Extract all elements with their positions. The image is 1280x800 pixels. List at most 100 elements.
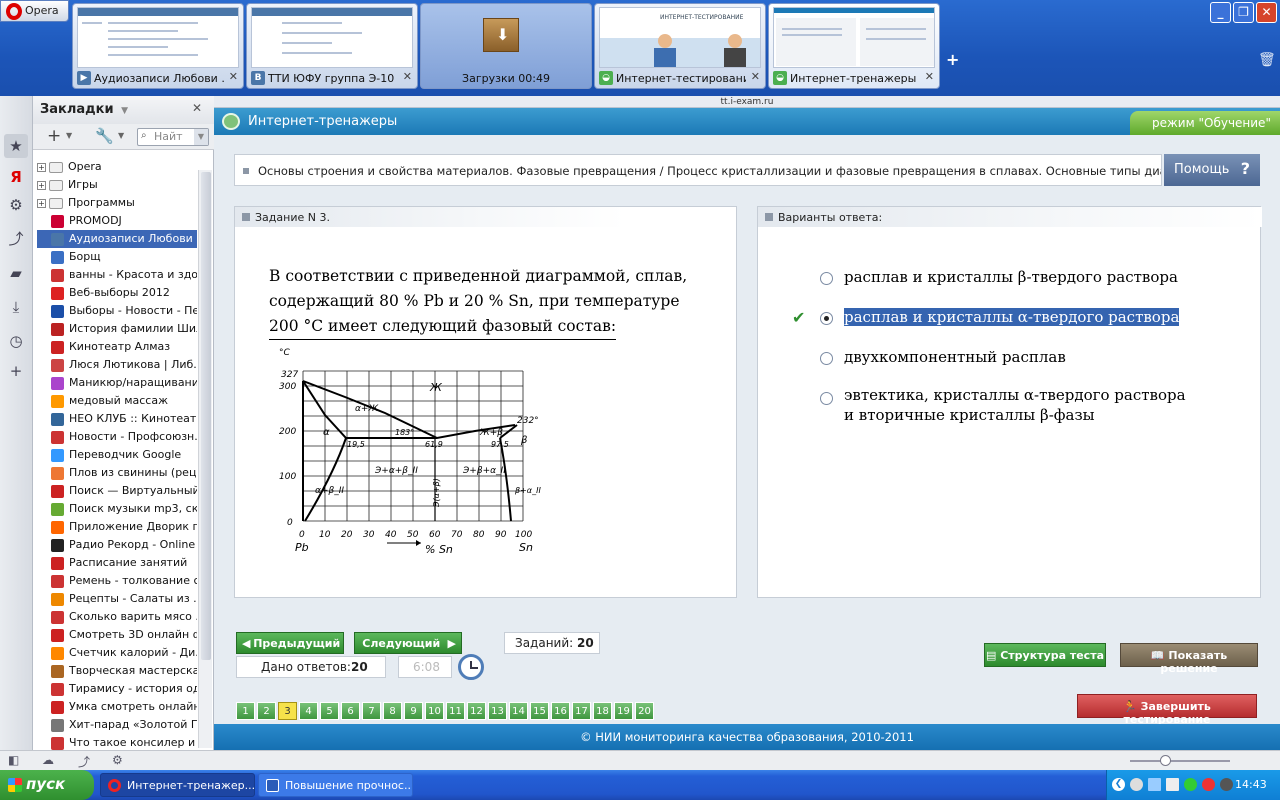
page-number-button[interactable]: 8 <box>383 702 402 720</box>
notes-icon[interactable]: ▰ <box>7 264 25 282</box>
bookmark-item[interactable]: Переводчик Google <box>37 446 197 464</box>
page-number-button[interactable]: 14 <box>509 702 528 720</box>
page-number-button[interactable]: 18 <box>593 702 612 720</box>
trash-icon[interactable]: 🗑 <box>1258 52 1276 68</box>
bookmark-item[interactable]: Приложение Дворик п... <box>37 518 197 536</box>
opera-menu-button[interactable]: Opera <box>0 0 69 22</box>
bookmark-item[interactable]: Рецепты - Салаты из ... <box>37 590 197 608</box>
page-number-button[interactable]: 1 <box>236 702 255 720</box>
tray-app-icon[interactable] <box>1130 778 1143 791</box>
tab-downloads[interactable]: ⬇ Загрузки 00:49 <box>420 3 592 89</box>
bookmark-item[interactable]: Люся Лютикова | Либ... <box>37 356 197 374</box>
page-number-button[interactable]: 13 <box>488 702 507 720</box>
tab-internet-trainers[interactable]: ◒ Интернет-тренажеры ✕ <box>768 3 940 89</box>
page-number-button[interactable]: 20 <box>635 702 654 720</box>
scroll-thumb[interactable] <box>201 172 211 660</box>
page-number-button[interactable]: 10 <box>425 702 444 720</box>
tray-dark-icon[interactable] <box>1220 778 1233 791</box>
page-number-button[interactable]: 9 <box>404 702 423 720</box>
bookmarks-scrollbar[interactable] <box>198 170 212 748</box>
bookmark-item[interactable]: Аудиозаписи Любови ... <box>37 230 197 248</box>
downloads-icon[interactable]: ⤓ <box>7 298 25 316</box>
bookmark-item[interactable]: Счетчик калорий - Ди... <box>37 644 197 662</box>
panel-toggle-icon[interactable]: ◧ <box>8 753 19 767</box>
add-bookmark-icon[interactable]: + <box>47 126 61 146</box>
bookmark-item[interactable]: Радио Рекорд - Online ... <box>37 536 197 554</box>
bookmark-item[interactable]: Плов из свинины (рец... <box>37 464 197 482</box>
page-number-button[interactable]: 2 <box>257 702 276 720</box>
close-tab-icon[interactable]: ✕ <box>403 70 412 83</box>
bookmark-item[interactable]: + Программы <box>37 194 197 212</box>
previous-button[interactable]: ◀ Предыдущий <box>236 632 344 654</box>
bookmark-item[interactable]: Сколько варить мясо ... <box>37 608 197 626</box>
bookmark-item[interactable]: Расписание занятий <box>37 554 197 572</box>
chevron-down-icon[interactable]: ▼ <box>118 131 124 140</box>
page-number-button[interactable]: 3 <box>278 702 297 720</box>
page-number-button[interactable]: 15 <box>530 702 549 720</box>
finish-test-button[interactable]: 🏃 Завершить тестирование <box>1077 694 1257 726</box>
page-number-button[interactable]: 4 <box>299 702 318 720</box>
page-number-button[interactable]: 17 <box>572 702 591 720</box>
zoom-slider-track[interactable] <box>1130 760 1230 762</box>
tray-expand-icon[interactable]: ❮ <box>1112 778 1125 791</box>
minimize-icon[interactable]: _ <box>1210 2 1231 23</box>
close-tab-icon[interactable]: ✕ <box>229 70 238 83</box>
bookmark-item[interactable]: Маникюр/наращивани... <box>37 374 197 392</box>
network-icon[interactable] <box>1148 778 1161 791</box>
page-number-button[interactable]: 11 <box>446 702 465 720</box>
tab-vk-group[interactable]: B ТТИ ЮФУ группа Э-10 ✕ <box>246 3 418 89</box>
bookmark-item[interactable]: Борщ <box>37 248 197 266</box>
unite-icon[interactable]: ⤴ <box>78 753 90 770</box>
taskbar-item-word[interactable]: Повышение прочнос... <box>258 773 413 797</box>
bookmark-item[interactable]: ванны - Красота и здо... <box>37 266 197 284</box>
yandex-icon[interactable]: Я <box>7 168 25 186</box>
answer-radio-1[interactable] <box>820 272 833 285</box>
turbo-icon[interactable]: ☁ <box>42 753 54 767</box>
answer-option-3[interactable]: двухкомпонентный расплав <box>844 347 1066 367</box>
help-button[interactable]: Помощь ? <box>1164 154 1260 186</box>
answer-option-2[interactable]: расплав и кристаллы α-твердого раствора <box>844 307 1180 327</box>
new-tab-icon[interactable]: + <box>946 50 959 69</box>
unite-icon[interactable]: ⤴ <box>7 230 25 248</box>
expand-icon[interactable]: + <box>37 162 46 172</box>
page-number-button[interactable]: 7 <box>362 702 381 720</box>
zoom-slider-knob[interactable] <box>1160 755 1171 766</box>
bookmark-item[interactable]: Творческая мастерска... <box>37 662 197 680</box>
bookmark-item[interactable]: Тирамису - история од... <box>37 680 197 698</box>
close-tab-icon[interactable]: ✕ <box>925 70 934 83</box>
bookmark-item[interactable]: Смотреть 3D онлайн ф... <box>37 626 197 644</box>
address-bar[interactable]: tt.i-exam.ru <box>214 96 1280 108</box>
bookmark-item[interactable]: Новости - Профсоюзн... <box>37 428 197 446</box>
tab-internet-testing[interactable]: ИНТЕРНЕТ-ТЕСТИРОВАНИЕ ◒ Интернет-тестиро… <box>594 3 766 89</box>
close-panel-icon[interactable]: ✕ <box>192 101 202 115</box>
close-tab-icon[interactable]: ✕ <box>751 70 760 83</box>
bookmarks-star-icon[interactable]: ★ <box>4 134 28 158</box>
page-number-button[interactable]: 16 <box>551 702 570 720</box>
chevron-down-icon[interactable]: ▼ <box>66 131 72 140</box>
add-panel-icon[interactable]: + <box>7 362 25 380</box>
opera-tray-icon[interactable] <box>1202 778 1215 791</box>
bookmark-item[interactable]: Поиск музыки mp3, ск... <box>37 500 197 518</box>
page-number-button[interactable]: 12 <box>467 702 486 720</box>
test-structure-button[interactable]: ▤ Структура теста <box>984 643 1106 667</box>
expand-icon[interactable]: + <box>37 198 46 208</box>
tab-audio[interactable]: ▶ Аудиозаписи Любови ... ✕ <box>72 3 244 89</box>
answer-radio-2[interactable] <box>820 312 833 325</box>
bookmark-item[interactable]: + Игры <box>37 176 197 194</box>
settings-gear-icon[interactable]: ⚙ <box>7 196 25 214</box>
bookmark-item[interactable]: История фамилии Шил... <box>37 320 197 338</box>
page-number-button[interactable]: 5 <box>320 702 339 720</box>
history-icon[interactable]: ◷ <box>7 332 25 350</box>
bookmark-item[interactable]: Ремень - толкование с... <box>37 572 197 590</box>
bookmark-item[interactable]: + Opera <box>37 158 197 176</box>
page-number-button[interactable]: 19 <box>614 702 633 720</box>
show-solution-button[interactable]: 📖 Показать решение <box>1120 643 1258 675</box>
chevron-down-icon[interactable]: ▼ <box>194 129 208 145</box>
volume-icon[interactable] <box>1166 778 1179 791</box>
next-button[interactable]: Следующий ▶ <box>354 632 462 654</box>
bookmark-item[interactable]: медовый массаж <box>37 392 197 410</box>
bookmark-item[interactable]: PROMODJ <box>37 212 197 230</box>
close-window-icon[interactable]: ✕ <box>1256 2 1277 23</box>
bookmark-item[interactable]: Хит-парад «Золотой Г... <box>37 716 197 734</box>
wrench-icon[interactable]: 🔧 <box>95 127 114 145</box>
